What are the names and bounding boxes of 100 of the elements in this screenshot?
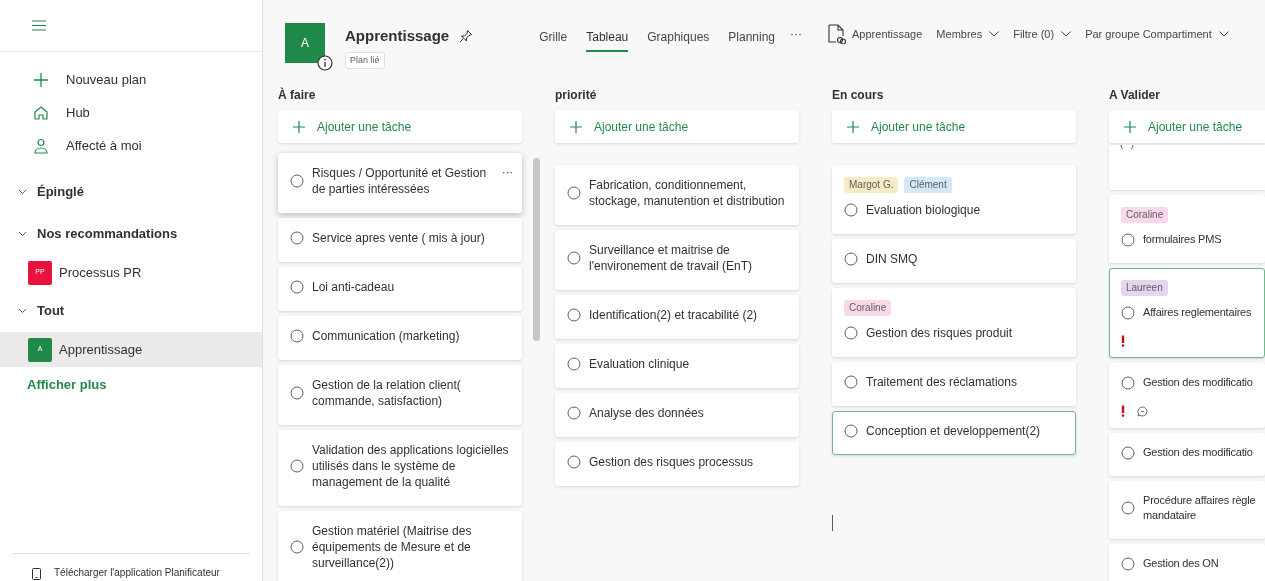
plan-title: Apprentissage	[345, 26, 450, 46]
plus-icon	[570, 120, 582, 133]
task-title: Conception et developpement(2)	[866, 423, 1042, 439]
linked-plan-button[interactable]: Apprentissage	[828, 24, 923, 44]
group-by-dropdown[interactable]: Par groupe Compartiment	[1085, 25, 1229, 43]
plus-icon	[847, 120, 859, 133]
task-title: Gestion des modificatio	[1143, 445, 1254, 460]
add-task-button[interactable]: Ajouter une tâche	[278, 110, 522, 143]
add-task-button[interactable]: Ajouter une tâche	[832, 110, 1076, 143]
nav-item[interactable]: Affecté à moi	[0, 129, 262, 162]
home-icon	[33, 104, 49, 121]
task-card[interactable]: Loi anti-cadeau	[278, 267, 522, 311]
checkbox-circle-icon	[567, 186, 581, 200]
task-title: Traitement des réclamations	[866, 374, 1018, 390]
task-title: Loi anti-cadeau	[312, 279, 396, 295]
task-title: Validation des applications logicielles utilisés dans le système de management de la qualité	[312, 442, 510, 490]
task-title: Gestion des modificatio	[1143, 375, 1254, 390]
task-card[interactable]: Surveillance et maitrise de l'environement de travail (EnT)	[555, 230, 799, 290]
task-title: Service apres vente ( mis à jour)	[312, 230, 486, 246]
nav-item[interactable]: Nouveau plan	[0, 63, 262, 96]
task-title: Gestion des risques processus	[589, 454, 755, 470]
task-card[interactable]: Communication (marketing)	[278, 316, 522, 360]
plan-name: Processus PR	[59, 263, 142, 282]
label-tag: Coraline	[1121, 207, 1169, 223]
checkbox-circle-icon	[290, 386, 304, 400]
task-card[interactable]: Analyse des données	[555, 393, 799, 437]
task-card[interactable]: Fabrication, conditionnement, stockage, manutention et distribution	[555, 165, 799, 225]
task-card[interactable]: Coraline formulaires PMS	[1109, 195, 1265, 263]
nav-item[interactable]: Hub	[0, 96, 262, 129]
bucket-title: À faire	[278, 86, 317, 104]
checkbox-circle-icon	[290, 231, 304, 245]
plus-icon	[33, 71, 49, 88]
view-tab[interactable]: Graphiques	[647, 28, 710, 52]
task-card[interactable]: Gestion matériel (Maitrise des équipements de Mesure et de surveillance(2))	[278, 511, 522, 581]
checkbox-circle-icon	[1121, 375, 1135, 390]
label-tag: Laureen	[1121, 280, 1168, 296]
bucket-title: A Valider	[1109, 87, 1161, 104]
checkbox-circle-icon	[1121, 445, 1135, 460]
task-title: Identification(2) et tracabilité (2)	[589, 307, 759, 323]
view-tab[interactable]: Grille	[539, 28, 568, 52]
task-card[interactable]: Conception et developpement(2)	[832, 411, 1076, 455]
view-tab[interactable]: Planning	[728, 28, 776, 52]
add-task-button[interactable]: Ajouter une tâche	[555, 110, 799, 143]
checkbox-circle-icon	[844, 203, 858, 217]
task-card[interactable]: Traitement des réclamations	[832, 362, 1076, 406]
chevron-down-icon	[1061, 31, 1072, 37]
task-title: Gestion matériel (Maitrise des équipements de Mesure et de surveillance(2))	[312, 523, 473, 571]
task-card[interactable]: Service apres vente ( mis à jour)	[278, 218, 522, 262]
info-icon	[317, 55, 333, 71]
task-card[interactable]: Evaluation clinique	[555, 344, 799, 388]
checkbox-circle-icon	[290, 280, 304, 294]
task-card[interactable]: Risques / Opportunité et Gestion de parties intéressées ···	[278, 153, 522, 213]
checkbox-circle-icon	[1121, 232, 1135, 247]
task-card[interactable]: Gestion des modificatio	[1109, 363, 1265, 428]
plan-badge: Plan lié	[345, 51, 385, 69]
show-more-link[interactable]: Afficher plus	[0, 367, 262, 395]
task-title: Gestion de la relation client( commande, satisfaction)	[312, 377, 462, 409]
task-card[interactable]: Coraline Gestion des risques produit	[832, 288, 1076, 357]
plus-icon	[1124, 120, 1136, 133]
task-title: DIN SMQ	[866, 251, 919, 267]
task-card[interactable]	[1109, 145, 1265, 190]
task-card[interactable]: Validation des applications logicielles utilisés dans le système de management de la qualité	[278, 430, 522, 506]
task-title: Analyse des données	[589, 405, 705, 421]
more-button[interactable]: ···	[502, 165, 513, 178]
phone-icon	[32, 568, 41, 580]
menu-icon	[32, 20, 46, 31]
checkbox-circle-icon	[844, 375, 858, 389]
checkbox-circle-icon	[844, 252, 858, 266]
view-tab[interactable]: Tableau	[586, 28, 629, 52]
task-card[interactable]: Gestion de la relation client( commande, satisfaction)	[278, 365, 522, 425]
checkbox-circle-icon	[567, 308, 581, 322]
person-icon	[33, 137, 49, 154]
bucket-title: En cours	[832, 87, 885, 104]
filter-dropdown[interactable]: Filtre (0)	[1013, 25, 1072, 43]
task-card[interactable]: Laureen Affaires reglementaires	[1109, 268, 1265, 358]
checkbox-circle-icon	[290, 540, 304, 554]
section-header[interactable]: Épinglé	[0, 171, 262, 213]
chevron-down-icon	[1218, 31, 1229, 37]
task-title: formulaires PMS	[1143, 232, 1223, 247]
task-card[interactable]: Gestion des ON	[1109, 544, 1265, 581]
add-task-button[interactable]: Ajouter une tâche	[1109, 110, 1265, 143]
checkbox-circle-icon	[844, 326, 858, 340]
task-card[interactable]: Identification(2) et tracabilité (2)	[555, 295, 799, 339]
chevron-down-icon	[989, 31, 1000, 37]
checkbox-circle-icon	[567, 357, 581, 371]
task-card[interactable]: DIN SMQ	[832, 239, 1076, 283]
checkbox-circle-icon	[567, 251, 581, 265]
task-card[interactable]: Procédure affaires règle mandataire	[1109, 481, 1265, 539]
download-app-link[interactable]: Télécharger l'application Planificateur	[12, 553, 250, 581]
document-link-icon	[828, 24, 847, 44]
section-header[interactable]: Tout	[0, 290, 262, 332]
more-button[interactable]: ···	[790, 28, 803, 40]
members-dropdown[interactable]: Membres	[936, 25, 1000, 43]
plus-icon	[293, 120, 305, 133]
task-card[interactable]: Gestion des modificatio	[1109, 433, 1265, 476]
section-header[interactable]: Nos recommandations	[0, 213, 262, 255]
task-card[interactable]: Margot G. Clément Evaluation biologique	[832, 165, 1076, 234]
task-card[interactable]: Gestion des risques processus	[555, 442, 799, 486]
checkbox-circle-icon	[290, 459, 304, 473]
scrollbar-thumb[interactable]	[533, 158, 540, 341]
